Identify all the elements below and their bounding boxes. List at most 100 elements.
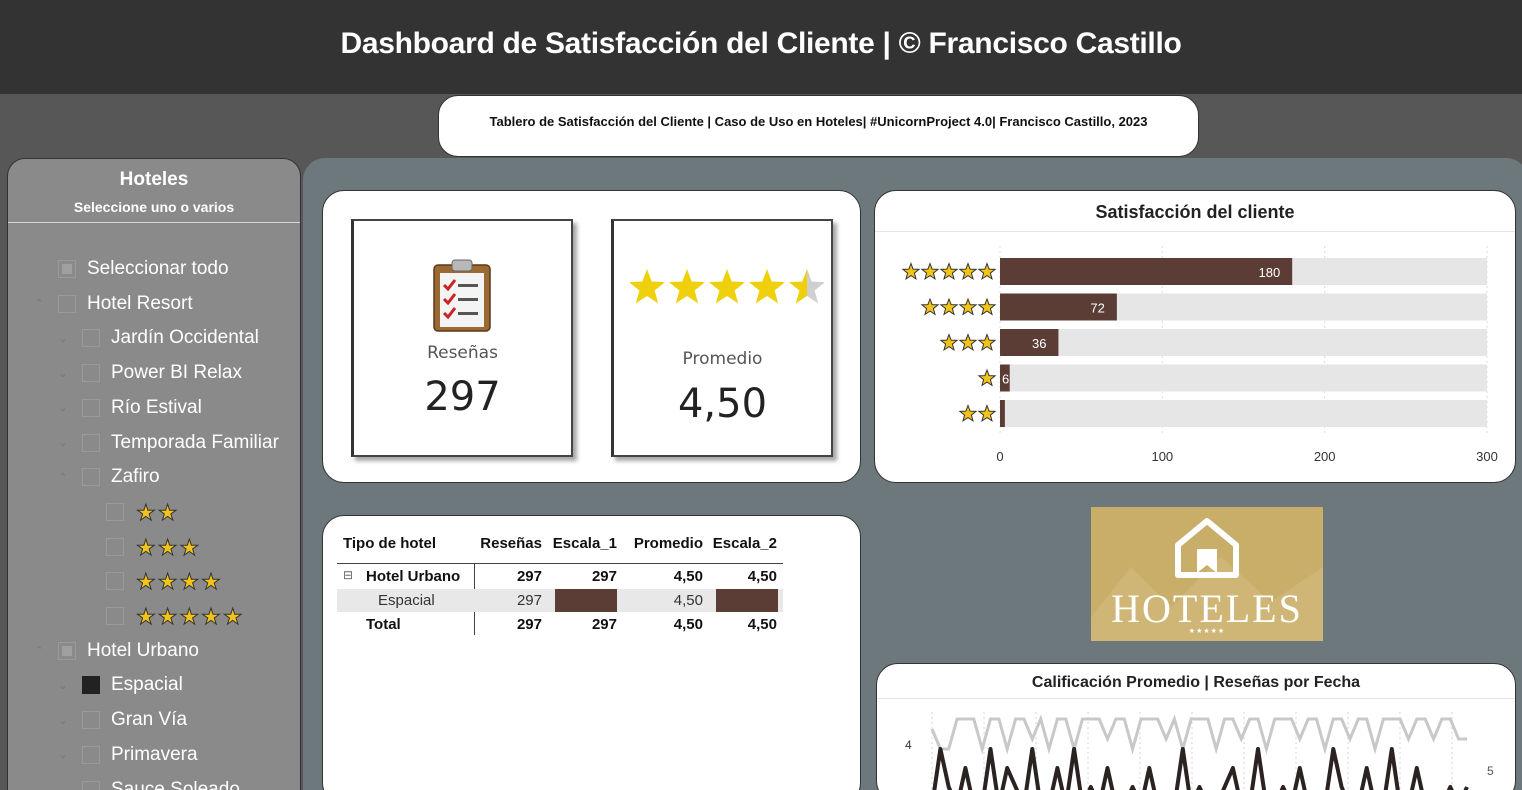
hotels-slicer: Hoteles Seleccione uno o varios Seleccio…	[7, 158, 301, 790]
slicer-item-label: Hotel Urbano	[87, 639, 199, 661]
slicer-item-stars-2[interactable]: ★★	[8, 497, 298, 527]
hotel-matrix-table: Tipo de hotel Reseñas Escala_1 Promedio Esca…	[323, 516, 862, 716]
escala-2-databar	[716, 589, 778, 612]
chevron-up-icon[interactable]: ⌃	[57, 471, 69, 484]
slicer-checkbox[interactable]	[82, 711, 100, 730]
slicer-item-stars-3[interactable]: ★★★	[8, 532, 298, 562]
hoteles-logo: HOTELES ★★★★★	[1091, 507, 1323, 641]
slicer-checkbox[interactable]	[106, 502, 124, 521]
cell-value: 297	[591, 568, 617, 585]
category-star-icon	[977, 297, 997, 316]
category-star-icon	[939, 297, 959, 316]
slicer-checkbox[interactable]	[106, 572, 124, 591]
slicer-item-label: Hotel Resort	[87, 292, 193, 314]
slicer-item-label: Zafiro	[111, 466, 160, 488]
bar-data-label: 6	[1002, 372, 1009, 387]
chevron-down-icon[interactable]: ⌄	[57, 332, 69, 345]
cell-value: 297	[516, 616, 542, 633]
collapse-toggle-icon[interactable]: ⊟	[343, 568, 353, 582]
slicer-item-label: Seleccionar todo	[87, 258, 229, 279]
rating-stars-icon	[628, 265, 826, 309]
category-star-icon	[977, 404, 997, 423]
right-axis-tick: 5	[1487, 764, 1494, 778]
top-header-bar: Dashboard de Satisfacción del Cliente | …	[0, 0, 1522, 94]
chevron-down-icon[interactable]: ⌄	[57, 436, 69, 449]
slicer-checkbox[interactable]	[82, 780, 100, 790]
category-star-icon	[977, 333, 997, 352]
bar-data-label: 72	[1090, 301, 1104, 316]
rating-by-date-card[interactable]: Calificación Promedio | Reseñas por Fech…	[876, 663, 1516, 790]
slicer-item-label: Temporada Familiar	[111, 431, 279, 453]
chevron-up-icon[interactable]: ⌃	[33, 644, 45, 657]
category-star-icon	[977, 262, 997, 281]
category-star-icon	[958, 262, 978, 281]
slicer-checkbox[interactable]	[82, 398, 100, 417]
col-header-tipo: Tipo de hotel	[343, 535, 437, 552]
star-icon	[788, 269, 826, 304]
subtitle-banner: Tablero de Satisfacción del Cliente | Ca…	[438, 95, 1199, 157]
bar-track	[1000, 329, 1487, 356]
col-header: Reseñas	[480, 535, 542, 552]
cell-value: 4,50	[673, 568, 703, 585]
col-header: Escala_1	[552, 535, 617, 552]
chevron-down-icon[interactable]: ⌄	[57, 367, 69, 380]
subtitle-text: Tablero de Satisfacción del Cliente | Ca…	[489, 114, 1148, 129]
bar-2-stars	[1000, 400, 1005, 427]
x-tick-label: 100	[1151, 449, 1173, 464]
satisfaction-bar-chart[interactable]: 0 100 200 300 180 72 36 6	[875, 191, 1515, 482]
logo-text: HOTELES	[1111, 586, 1303, 631]
reviews-kpi[interactable]: Reseñas 297	[351, 219, 573, 457]
slicer-checkbox[interactable]	[106, 537, 124, 556]
slicer-item-label: Sauce Soleado	[111, 778, 240, 790]
slicer-checkbox[interactable]	[82, 745, 100, 764]
logo-stars: ★★★★★	[1188, 627, 1226, 635]
chevron-down-icon[interactable]: ⌄	[57, 679, 69, 692]
slicer-item[interactable]: ⌄ Sauce Soleado	[8, 775, 298, 790]
slicer-item[interactable]: ⌄ Power BI Relax	[8, 358, 298, 388]
slicer-checkbox[interactable]	[82, 364, 100, 383]
slicer-item[interactable]: ⌄ Espacial	[8, 670, 298, 700]
x-tick-label: 0	[996, 449, 1003, 464]
slicer-item[interactable]: ⌄ Río Estival	[8, 393, 298, 423]
category-star-icon	[977, 368, 997, 387]
slicer-item-label: Primavera	[111, 743, 198, 765]
slicer-divider	[8, 222, 300, 223]
slicer-item[interactable]: ⌄ Jardín Occidental	[8, 323, 298, 353]
kpi-card: Reseñas 297 Promedio 4,50	[322, 190, 861, 483]
slicer-checkbox[interactable]	[58, 294, 76, 313]
dashboard-title: Dashboard de Satisfacción del Cliente | …	[340, 27, 1182, 60]
slicer-item[interactable]: ⌄ Gran Vía	[8, 705, 298, 735]
chevron-up-icon[interactable]: ⌃	[33, 297, 45, 310]
x-tick-label: 200	[1314, 449, 1336, 464]
slicer-checkbox[interactable]	[58, 641, 76, 660]
average-kpi[interactable]: Promedio 4,50	[611, 219, 833, 457]
category-star-icon	[920, 262, 940, 281]
slicer-checkbox[interactable]	[58, 260, 76, 278]
slicer-checkbox[interactable]	[82, 329, 100, 348]
cell-value: 4,50	[673, 592, 703, 609]
category-star-icon	[939, 333, 959, 352]
slicer-checkbox[interactable]	[82, 433, 100, 452]
star-icon	[748, 269, 786, 304]
slicer-checkbox[interactable]	[106, 607, 124, 625]
slicer-item-stars-4[interactable]: ★★★★	[8, 566, 298, 596]
chevron-down-icon[interactable]: ⌄	[57, 401, 69, 414]
slicer-item-stars-5[interactable]: ★★★★★	[8, 601, 298, 631]
chevron-down-icon[interactable]: ⌄	[57, 714, 69, 727]
slicer-checkbox[interactable]	[82, 468, 100, 487]
cell-value: 297	[591, 616, 617, 633]
rating-by-date-line-chart[interactable]: 45	[877, 664, 1515, 790]
slicer-checkbox[interactable]	[82, 676, 100, 695]
slicer-select-all[interactable]: Seleccionar todo	[8, 254, 298, 284]
slicer-item[interactable]: ⌃ Hotel Urbano	[8, 636, 298, 666]
slicer-item[interactable]: ⌃ Zafiro	[8, 462, 298, 492]
category-star-icon	[901, 262, 921, 281]
header-divider	[337, 563, 783, 564]
x-tick-label: 300	[1476, 449, 1498, 464]
chevron-down-icon[interactable]: ⌄	[57, 783, 69, 790]
chevron-down-icon[interactable]: ⌄	[57, 748, 69, 761]
slicer-item[interactable]: ⌄ Primavera	[8, 740, 298, 770]
slicer-item[interactable]: ⌄ Temporada Familiar	[8, 428, 298, 458]
satisfaction-chart-card[interactable]: Satisfacción del cliente 0 100 200 300 180 72…	[874, 190, 1516, 483]
slicer-item[interactable]: ⌃ Hotel Resort	[8, 289, 298, 319]
